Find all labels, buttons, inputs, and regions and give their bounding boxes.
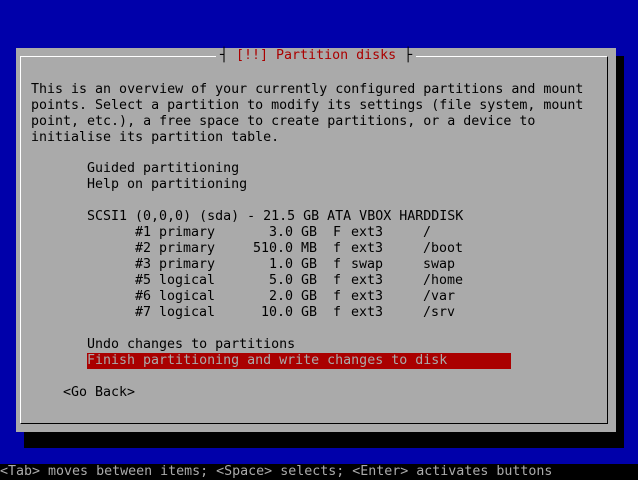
partition-number: #3 <box>135 257 152 272</box>
partition-size: 2.0 GB <box>268 289 317 304</box>
partition-format-flag: f <box>333 305 342 320</box>
partition-number: #2 <box>135 241 152 256</box>
partition-format-flag: f <box>333 257 342 272</box>
partition-kind: primary <box>159 257 216 272</box>
partition-disks-dialog: ┤ [!!] Partition disks ├ This is an over… <box>16 48 616 432</box>
partition-filesystem: swap <box>351 257 384 272</box>
partition-size: 5.0 GB <box>268 273 317 288</box>
partition-mount-point: / <box>423 225 432 240</box>
partition-size: 10.0 GB <box>260 305 317 320</box>
partition-number: #7 <box>135 305 152 320</box>
partition-mount-point: /home <box>423 273 464 288</box>
intro-line: initialise its partition table. <box>31 130 280 145</box>
partition-kind: logical <box>159 273 216 288</box>
partition-size: 3.0 GB <box>268 225 317 240</box>
partition-kind: logical <box>159 305 216 320</box>
menu-item-disk-sda[interactable]: SCSI1 (0,0,0) (sda) - 21.5 GB ATA VBOX H… <box>87 209 463 225</box>
partition-mount-point: /var <box>423 289 456 304</box>
partition-format-flag: F <box>333 225 342 240</box>
partition-kind: primary <box>159 225 216 240</box>
partition-format-flag: f <box>333 273 342 288</box>
partition-number: #5 <box>135 273 152 288</box>
keyboard-help-statusbar: <Tab> moves between items; <Space> selec… <box>0 464 638 480</box>
partition-filesystem: ext3 <box>351 289 384 304</box>
partition-filesystem: ext3 <box>351 273 384 288</box>
intro-line: points. Select a partition to modify its… <box>31 98 584 113</box>
partition-mount-point: /boot <box>423 241 464 256</box>
partition-size: 510.0 MB <box>252 241 317 256</box>
partition-kind: logical <box>159 289 216 304</box>
partition-number: #1 <box>135 225 152 240</box>
partition-mount-point: swap <box>423 257 456 272</box>
dialog-title: ┤ [!!] Partition disks ├ <box>216 48 417 64</box>
partition-mount-point: /srv <box>423 305 456 320</box>
intro-text: This is an overview of your currently co… <box>31 82 601 146</box>
menu-item-guided-partitioning[interactable]: Guided partitioning <box>87 161 239 177</box>
partition-filesystem: ext3 <box>351 305 384 320</box>
dialog-title-text: [!!] Partition disks <box>236 48 397 63</box>
partition-size: 1.0 GB <box>268 257 317 272</box>
intro-line: This is an overview of your currently co… <box>31 82 584 97</box>
partition-kind: primary <box>159 241 216 256</box>
partition-filesystem: ext3 <box>351 241 384 256</box>
go-back-button[interactable]: <Go Back> <box>63 385 135 401</box>
menu-item-finish-partitioning[interactable]: Finish partitioning and write changes to… <box>87 353 511 369</box>
partition-format-flag: f <box>333 289 342 304</box>
menu-item-undo-changes[interactable]: Undo changes to partitions <box>87 337 295 353</box>
partition-filesystem: ext3 <box>351 225 384 240</box>
menu-item-help-partitioning[interactable]: Help on partitioning <box>87 177 247 193</box>
partition-number: #6 <box>135 289 152 304</box>
intro-line: point, etc.), a free space to create par… <box>31 114 536 129</box>
partition-format-flag: f <box>333 241 342 256</box>
